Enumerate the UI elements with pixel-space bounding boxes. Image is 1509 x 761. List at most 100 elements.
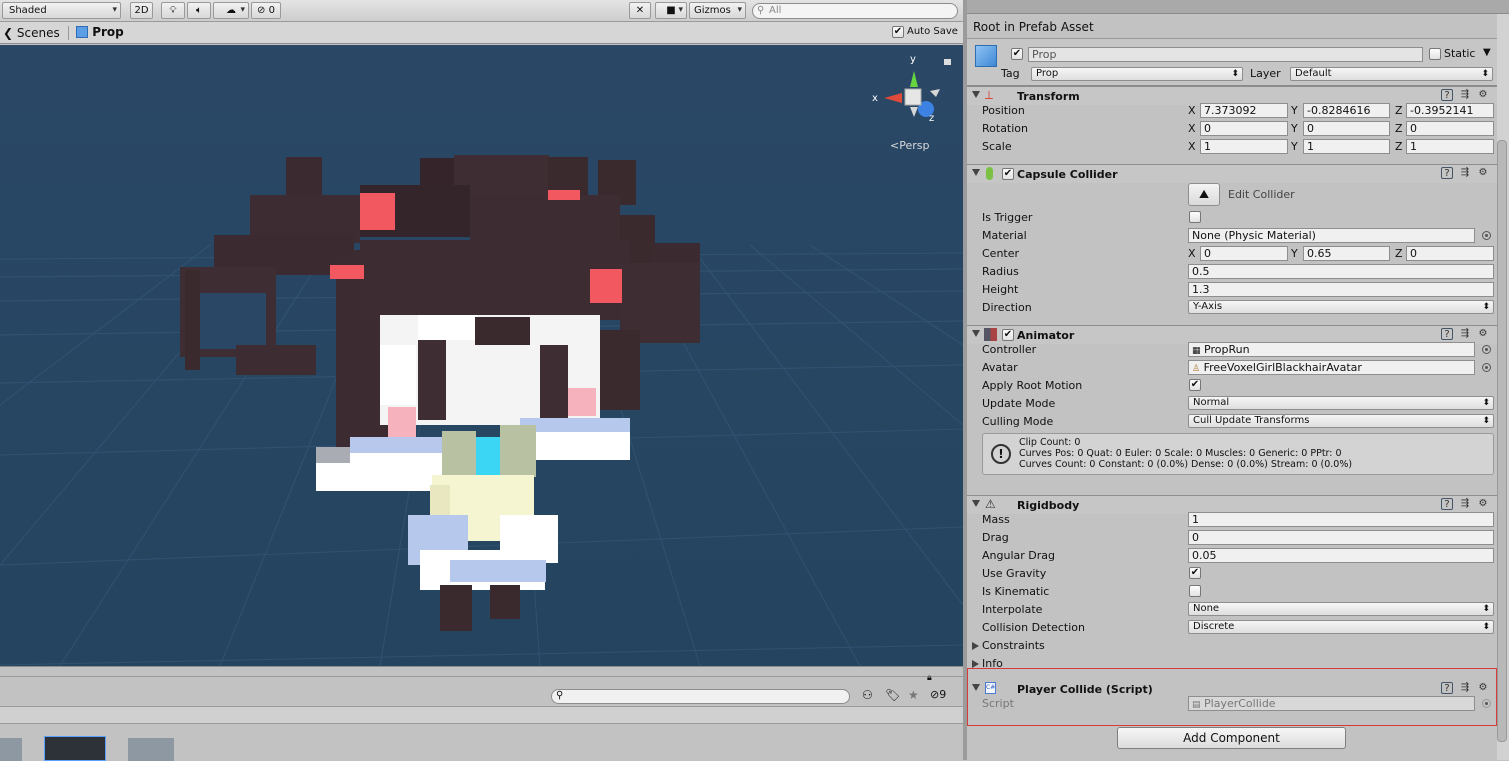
update-mode-dropdown[interactable]: Normal (1188, 396, 1494, 410)
presets-icon[interactable]: ⇶ (1459, 498, 1471, 510)
radius-field[interactable]: 0.5 (1188, 264, 1494, 279)
project-search-input[interactable]: ⚲ (551, 689, 850, 704)
favorite-star-icon[interactable]: ★ (908, 688, 919, 702)
presets-icon[interactable]: ⇶ (1459, 89, 1471, 101)
object-name-field[interactable]: Prop (1028, 47, 1423, 62)
presets-icon[interactable]: ⇶ (1459, 328, 1471, 340)
camera-dropdown[interactable]: ■ (655, 2, 687, 19)
avatar-field[interactable]: ♙ FreeVoxelGirlBlackhairAvatar (1188, 360, 1475, 375)
foldout-arrow[interactable] (972, 684, 980, 691)
info-foldout-arrow[interactable] (972, 660, 979, 668)
scene-search-input[interactable]: ⚲ All (752, 3, 958, 19)
layer-dropdown[interactable]: Default (1290, 67, 1493, 81)
voxel-character-model[interactable] (180, 155, 700, 631)
search-placeholder: All (769, 5, 782, 16)
direction-dropdown[interactable]: Y-Axis (1188, 300, 1494, 314)
constraints-label[interactable]: Constraints (982, 639, 1045, 652)
gizmo-y-cone[interactable] (910, 71, 918, 87)
2d-toggle-button[interactable]: 2D (130, 2, 153, 19)
scale-y-field[interactable]: 1 (1303, 139, 1390, 154)
lighting-toggle-button[interactable]: 💡︎ (161, 2, 185, 19)
help-icon[interactable]: ? (1441, 498, 1453, 510)
center-y-field[interactable]: 0.65 (1303, 246, 1390, 261)
effects-dropdown[interactable]: ☁ (213, 2, 249, 19)
gear-icon[interactable]: ⚙ (1477, 498, 1489, 510)
rotation-z-field[interactable]: 0 (1406, 121, 1494, 136)
gear-icon[interactable]: ⚙ (1477, 89, 1489, 101)
asset-thumbnail-selected[interactable] (44, 736, 106, 761)
gear-icon[interactable]: ⚙ (1477, 328, 1489, 340)
is-trigger-checkbox[interactable] (1189, 211, 1201, 223)
asset-thumbnail[interactable] (128, 738, 174, 761)
foldout-arrow[interactable] (972, 500, 980, 507)
active-checkbox[interactable]: ✔ (1011, 48, 1023, 60)
collision-detection-dropdown[interactable]: Discrete (1188, 620, 1494, 634)
auto-save-checkbox[interactable]: ✔ (892, 26, 904, 38)
gizmo-y-label: y (910, 54, 916, 65)
constraints-foldout-arrow[interactable] (972, 642, 979, 650)
inspector-scrollbar-thumb[interactable] (1497, 140, 1507, 742)
rotation-y-field[interactable]: 0 (1303, 121, 1390, 136)
object-picker-icon[interactable] (1482, 345, 1491, 354)
lock-icon[interactable] (944, 59, 951, 65)
static-checkbox[interactable] (1429, 48, 1441, 60)
help-icon[interactable]: ? (1441, 89, 1453, 101)
breadcrumb-prefab[interactable]: Prop (76, 25, 124, 39)
filter-by-label-icon[interactable]: 🏷︎ (885, 688, 900, 702)
center-x-field[interactable]: 0 (1200, 246, 1288, 261)
position-z-field[interactable]: -0.3952141 (1406, 103, 1494, 118)
edit-collider-button[interactable]: ⛰ (1188, 183, 1220, 206)
object-picker-icon[interactable] (1482, 363, 1491, 372)
add-component-button[interactable]: Add Component (1117, 727, 1346, 749)
scene-viewport[interactable]: y x z <Persp (0, 45, 963, 666)
center-z-field[interactable]: 0 (1406, 246, 1494, 261)
foldout-arrow[interactable] (972, 91, 980, 98)
lock-icon[interactable]: 🔒︎ (927, 673, 932, 683)
use-gravity-checkbox[interactable]: ✔ (1189, 567, 1201, 579)
gear-icon[interactable]: ⚙ (1477, 682, 1489, 694)
height-field[interactable]: 1.3 (1188, 282, 1494, 297)
position-x-field[interactable]: 7.373092 (1200, 103, 1288, 118)
foldout-arrow[interactable] (972, 169, 980, 176)
filter-by-type-icon[interactable]: ⚇ (862, 688, 873, 702)
drag-field[interactable]: 0 (1188, 530, 1494, 545)
help-icon[interactable]: ? (1441, 682, 1453, 694)
gizmos-dropdown[interactable]: Gizmos (689, 2, 746, 19)
help-icon[interactable]: ? (1441, 167, 1453, 179)
mass-field[interactable]: 1 (1188, 512, 1494, 527)
animator-enabled-checkbox[interactable]: ✔ (1002, 329, 1014, 341)
hidden-packages-toggle[interactable]: ⊘9 (930, 688, 946, 701)
culling-mode-dropdown[interactable]: Cull Update Transforms (1188, 414, 1494, 428)
scale-x-field[interactable]: 1 (1200, 139, 1288, 154)
presets-icon[interactable]: ⇶ (1459, 167, 1471, 179)
capsule-collider-header[interactable]: ✔ Capsule Collider ? ⇶ ⚙ (967, 164, 1497, 183)
shading-mode-dropdown[interactable]: Shaded (2, 2, 121, 19)
transform-icon: ⟂ (985, 88, 994, 102)
scale-z-field[interactable]: 1 (1406, 139, 1494, 154)
audio-toggle-button[interactable]: 🔈︎ (187, 2, 211, 19)
asset-thumbnail[interactable] (0, 738, 22, 761)
material-field[interactable]: None (Physic Material) (1188, 228, 1475, 243)
hidden-objects-toggle[interactable]: ⊘ 0 (251, 2, 281, 19)
tools-button[interactable]: ✕ (629, 2, 651, 19)
perspective-toggle[interactable]: <Persp (890, 139, 929, 152)
capsule-collider-enabled-checkbox[interactable]: ✔ (1002, 168, 1014, 180)
position-y-field[interactable]: -0.8284616 (1303, 103, 1390, 118)
height-label: Height (982, 283, 1019, 296)
tag-dropdown[interactable]: Prop (1031, 67, 1243, 81)
angular-drag-field[interactable]: 0.05 (1188, 548, 1494, 563)
gear-icon[interactable]: ⚙ (1477, 167, 1489, 179)
presets-icon[interactable]: ⇶ (1459, 682, 1471, 694)
help-icon[interactable]: ? (1441, 328, 1453, 340)
object-picker-icon[interactable] (1482, 231, 1491, 240)
controller-field[interactable]: ▦ PropRun (1188, 342, 1475, 357)
foldout-arrow[interactable] (972, 330, 980, 337)
static-dropdown-arrow[interactable]: ▼ (1483, 47, 1491, 58)
scene-orientation-gizmo[interactable]: y x z (872, 54, 951, 124)
back-to-scenes-button[interactable]: ❮ Scenes (3, 26, 60, 40)
is-kinematic-checkbox[interactable] (1189, 585, 1201, 597)
interpolate-dropdown[interactable]: None (1188, 602, 1494, 616)
rotation-x-field[interactable]: 0 (1200, 121, 1288, 136)
apply-root-motion-checkbox[interactable]: ✔ (1189, 379, 1201, 391)
gizmo-x-cone[interactable] (884, 93, 902, 103)
